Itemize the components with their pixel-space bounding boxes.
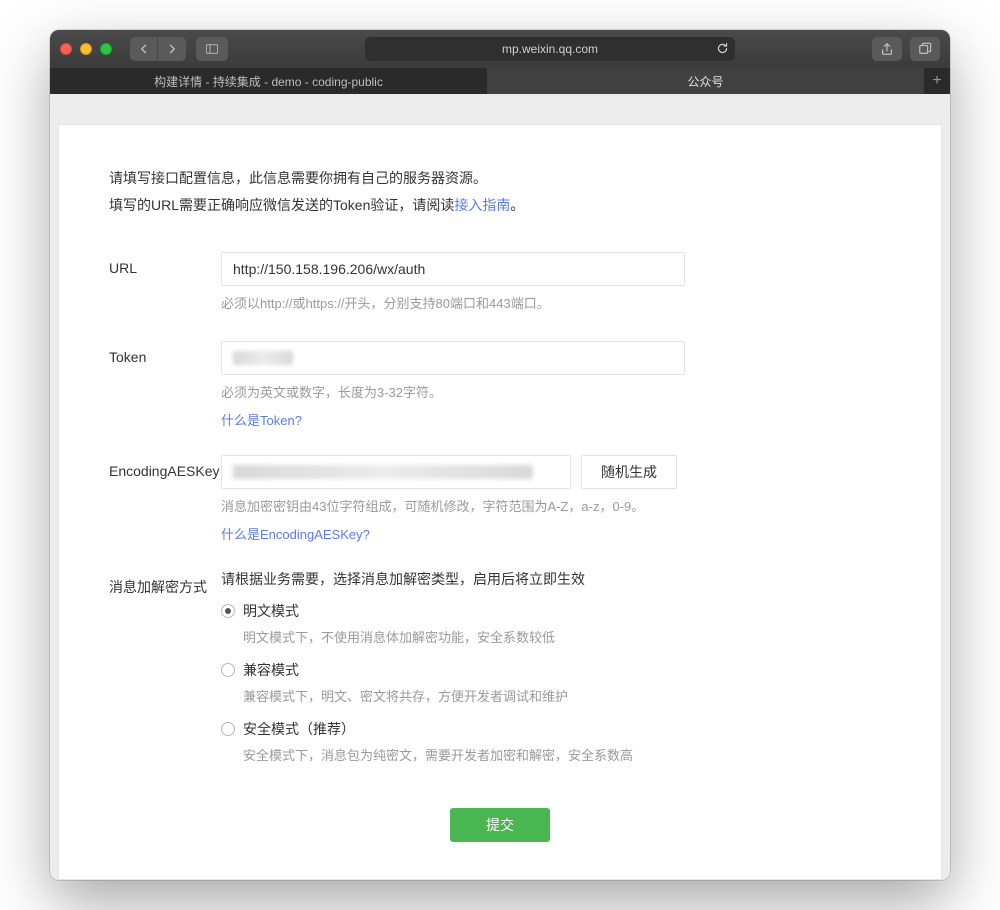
guide-link[interactable]: 接入指南 — [454, 197, 510, 213]
radio-plain[interactable] — [221, 604, 235, 618]
radio-secure[interactable] — [221, 722, 235, 736]
show-tabs-button[interactable] — [910, 37, 940, 61]
address-text: mp.weixin.qq.com — [502, 42, 598, 56]
close-window-button[interactable] — [60, 43, 72, 55]
label-url: URL — [109, 252, 221, 315]
share-button[interactable] — [872, 37, 902, 61]
row-token: Token 必须为英文或数字，长度为3-32字符。 什么是Token? — [109, 341, 891, 429]
row-aeskey: EncodingAESKey 随机生成 消息加密密钥由43位字符组成，可随机修改… — [109, 455, 891, 543]
mode-option-compat[interactable]: 兼容模式 兼容模式下，明文、密文将共存，方便开发者调试和维护 — [221, 660, 801, 705]
mode-prompt: 请根据业务需要，选择消息加解密类型，启用后将立即生效 — [221, 569, 801, 589]
zoom-window-button[interactable] — [100, 43, 112, 55]
tab-coding[interactable]: 构建详情 - 持续集成 - demo - coding-public — [50, 68, 487, 94]
tab-wechat[interactable]: 公众号 — [487, 68, 924, 94]
sidebar-toggle-button[interactable] — [196, 37, 228, 61]
aeskey-value-redacted — [233, 465, 533, 479]
reload-icon[interactable] — [716, 42, 729, 58]
label-mode: 消息加解密方式 — [109, 569, 221, 778]
nav-buttons — [130, 37, 186, 61]
random-generate-button[interactable]: 随机生成 — [581, 455, 677, 489]
intro-text: 请填写接口配置信息，此信息需要你拥有自己的服务器资源。 填写的URL需要正确响应… — [109, 165, 891, 218]
aeskey-input[interactable] — [221, 455, 571, 489]
browser-window: mp.weixin.qq.com 构建详情 - 持续集成 - demo - co… — [50, 30, 950, 880]
row-url: URL 必须以http://或https://开头，分别支持80端口和443端口… — [109, 252, 891, 315]
token-help-link[interactable]: 什么是Token? — [221, 410, 302, 429]
minimize-window-button[interactable] — [80, 43, 92, 55]
token-value-redacted — [233, 351, 293, 365]
intro-line1: 请填写接口配置信息，此信息需要你拥有自己的服务器资源。 — [109, 165, 891, 192]
page-viewport: 请填写接口配置信息，此信息需要你拥有自己的服务器资源。 填写的URL需要正确响应… — [50, 94, 950, 880]
titlebar: mp.weixin.qq.com — [50, 30, 950, 68]
new-tab-button[interactable]: + — [924, 68, 950, 94]
token-input[interactable] — [221, 341, 685, 375]
radio-compat[interactable] — [221, 663, 235, 677]
mode-option-plain[interactable]: 明文模式 明文模式下，不使用消息体加解密功能，安全系数较低 — [221, 601, 801, 646]
tab-strip: 构建详情 - 持续集成 - demo - coding-public 公众号 + — [50, 68, 950, 94]
config-form-card: 请填写接口配置信息，此信息需要你拥有自己的服务器资源。 填写的URL需要正确响应… — [58, 124, 942, 880]
label-token: Token — [109, 341, 221, 429]
url-hint: 必须以http://或https://开头，分别支持80端口和443端口。 — [221, 294, 801, 315]
url-input[interactable] — [221, 252, 685, 286]
aeskey-hint: 消息加密密钥由43位字符组成，可随机修改，字符范围为A-Z，a-z，0-9。 — [221, 497, 801, 518]
back-button[interactable] — [130, 37, 158, 61]
sidebar-toggle-group — [196, 37, 228, 61]
token-hint: 必须为英文或数字，长度为3-32字符。 — [221, 383, 801, 404]
window-controls — [60, 43, 112, 55]
row-mode: 消息加解密方式 请根据业务需要，选择消息加解密类型，启用后将立即生效 明文模式 … — [109, 569, 891, 778]
mode-option-secure[interactable]: 安全模式（推荐） 安全模式下，消息包为纯密文，需要开发者加密和解密，安全系数高 — [221, 719, 801, 764]
label-aeskey: EncodingAESKey — [109, 455, 221, 543]
submit-button[interactable]: 提交 — [450, 808, 550, 842]
address-bar[interactable]: mp.weixin.qq.com — [365, 37, 735, 61]
intro-line2: 填写的URL需要正确响应微信发送的Token验证，请阅读接入指南。 — [109, 192, 891, 219]
forward-button[interactable] — [158, 37, 186, 61]
aeskey-help-link[interactable]: 什么是EncodingAESKey? — [221, 524, 370, 543]
